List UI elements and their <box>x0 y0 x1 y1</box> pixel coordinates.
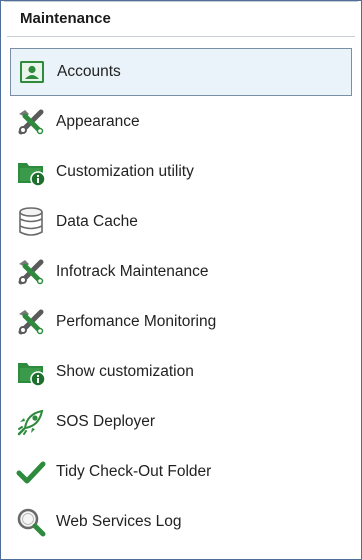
folder-info-icon <box>14 355 48 389</box>
list-item-label: Accounts <box>57 63 121 80</box>
panel-header: Maintenance <box>7 4 355 37</box>
list-item-label: Appearance <box>56 113 140 130</box>
list-item-label: Show customization <box>56 363 194 380</box>
list-item-label: Perfomance Monitoring <box>56 313 217 330</box>
list-item-accounts[interactable]: Accounts <box>10 48 352 96</box>
tools-icon <box>14 305 48 339</box>
list-item-label: Customization utility <box>56 163 194 180</box>
list-item-appearance[interactable]: Appearance <box>10 99 352 145</box>
list-item-data-cache[interactable]: Data Cache <box>10 199 352 245</box>
checkmark-icon <box>14 455 48 489</box>
panel-title: Maintenance <box>20 10 111 27</box>
list-item-label: Infotrack Maintenance <box>56 263 209 280</box>
panel-top-edge <box>4 1 358 2</box>
list-item-tidy-check-out-folder[interactable]: Tidy Check-Out Folder <box>10 449 352 495</box>
list-item-label: Web Services Log <box>56 513 182 530</box>
accounts-icon <box>15 55 49 89</box>
folder-info-icon <box>14 155 48 189</box>
list-item-customization-utility[interactable]: Customization utility <box>10 149 352 195</box>
rocket-icon <box>14 405 48 439</box>
maintenance-panel: Maintenance Accounts Appearance Customiz… <box>0 0 362 560</box>
magnifier-icon <box>14 505 48 539</box>
tools-icon <box>14 255 48 289</box>
tools-icon <box>14 105 48 139</box>
list-item-sos-deployer[interactable]: SOS Deployer <box>10 399 352 445</box>
list-item-web-services-log[interactable]: Web Services Log <box>10 499 352 545</box>
database-icon <box>14 205 48 239</box>
list-item-infotrack-maintenance[interactable]: Infotrack Maintenance <box>10 249 352 295</box>
list-item-label: Tidy Check-Out Folder <box>56 463 212 480</box>
list-item-label: SOS Deployer <box>56 413 156 430</box>
list-item-show-customization[interactable]: Show customization <box>10 349 352 395</box>
list-item-perfomance-monitoring[interactable]: Perfomance Monitoring <box>10 299 352 345</box>
list-item-label: Data Cache <box>56 213 138 230</box>
